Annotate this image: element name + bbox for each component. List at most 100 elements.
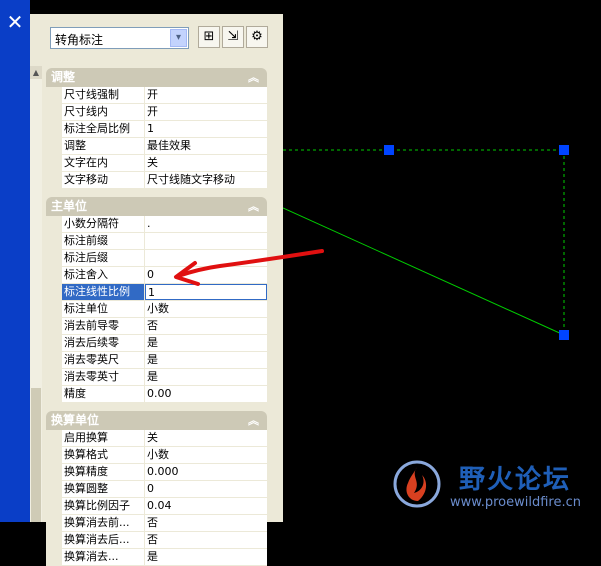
property-row[interactable]: 精度 0.00 — [62, 386, 267, 403]
dimension-style-value: 转角标注 — [55, 33, 104, 47]
property-row[interactable]: 换算精度 0.000 — [62, 464, 267, 481]
property-name: 尺寸线强制 — [62, 87, 145, 103]
property-value[interactable]: 是 — [145, 352, 267, 368]
collapse-icon[interactable]: ︽ — [248, 68, 259, 87]
property-row[interactable]: 换算圆整 0 — [62, 481, 267, 498]
flame-logo-icon — [393, 460, 441, 508]
property-name: 标注后缀 — [62, 250, 145, 266]
property-row[interactable]: 换算格式 小数 — [62, 447, 267, 464]
property-value[interactable]: 0 — [145, 267, 267, 283]
property-row[interactable]: 换算消去... 是 — [62, 549, 267, 566]
properties-panel: 转角标注 ▾ ⊞ ⇲ ⚙ ▲ 调整 ︽ 尺寸线强制开尺寸线内开标注全局比例 1 调整 最佳… — [30, 14, 283, 566]
grip-point[interactable] — [384, 145, 394, 155]
property-value[interactable]: 0.00 — [145, 386, 267, 402]
property-row[interactable]: 消去前导零否 — [62, 318, 267, 335]
property-name: 消去前导零 — [62, 318, 145, 334]
property-name: 文字移动 — [62, 172, 145, 188]
property-row[interactable]: 文字在内关 — [62, 155, 267, 172]
property-name: 换算精度 — [62, 464, 145, 480]
property-name: 小数分隔符 — [62, 216, 145, 232]
drawing-canvas[interactable] — [283, 0, 601, 522]
property-row[interactable]: 调整 最佳效果 — [62, 138, 267, 155]
property-value[interactable]: 开 — [145, 87, 267, 103]
close-icon[interactable]: ✕ — [4, 11, 26, 33]
panel-scrollbar[interactable]: ▲ — [30, 66, 42, 522]
property-row[interactable]: 消去后续零是 — [62, 335, 267, 352]
property-row[interactable]: 换算消去前... 否 — [62, 515, 267, 532]
collapse-icon[interactable]: ︽ — [248, 411, 259, 430]
property-name: 调整 — [62, 138, 145, 154]
section-header[interactable]: 调整 ︽ — [46, 68, 267, 87]
section-header[interactable]: 换算单位 ︽ — [46, 411, 267, 430]
property-value[interactable]: 关 — [145, 430, 267, 446]
property-row[interactable]: 标注全局比例 1 — [62, 121, 267, 138]
property-row[interactable]: 标注前缀 — [62, 233, 267, 250]
property-name: 消去零英寸 — [62, 369, 145, 385]
drawing-svg — [283, 145, 569, 340]
property-value[interactable]: . — [145, 216, 267, 232]
property-value[interactable]: 小数 — [145, 301, 267, 317]
property-value[interactable]: 最佳效果 — [145, 138, 267, 154]
property-value[interactable]: 是 — [145, 549, 267, 565]
property-name: 换算消去前... — [62, 515, 145, 531]
property-name: 文字在内 — [62, 155, 145, 171]
property-name: 标注舍入 — [62, 267, 145, 283]
property-value[interactable]: 开 — [145, 104, 267, 120]
property-name: 标注线性比例 — [62, 284, 145, 300]
section-header[interactable]: 主单位 ︽ — [46, 197, 267, 216]
property-value[interactable]: 否 — [145, 532, 267, 548]
property-row[interactable]: 消去零英寸是 — [62, 369, 267, 386]
property-row[interactable]: 换算消去后... 否 — [62, 532, 267, 549]
chevron-down-icon[interactable]: ▾ — [170, 29, 187, 47]
grip-point[interactable] — [559, 145, 569, 155]
property-row[interactable]: 尺寸线强制开 — [62, 87, 267, 104]
property-row[interactable]: 消去零英尺是 — [62, 352, 267, 369]
properties-toolbar: 转角标注 ▾ ⊞ ⇲ ⚙ — [30, 14, 283, 66]
property-name: 标注单位 — [62, 301, 145, 317]
grip-point[interactable] — [559, 330, 569, 340]
property-row[interactable]: 标注单位 小数 — [62, 301, 267, 318]
property-value[interactable]: 尺寸线随文字移动 — [145, 172, 267, 188]
quick-select-button[interactable]: ⚙ — [246, 26, 268, 48]
property-name: 换算消去后... — [62, 532, 145, 548]
palette-side-bar: ✕ — [0, 0, 30, 522]
property-value[interactable]: 是 — [145, 369, 267, 385]
property-value[interactable]: 关 — [145, 155, 267, 171]
property-row[interactable]: 换算比例因子 0.04 — [62, 498, 267, 515]
dimension-line — [283, 207, 565, 336]
property-name: 消去零英尺 — [62, 352, 145, 368]
property-value[interactable]: 小数 — [145, 447, 267, 463]
toggle-pickadd-button[interactable]: ⊞ — [198, 26, 220, 48]
property-value[interactable] — [145, 233, 267, 249]
dimension-style-select[interactable]: 转角标注 ▾ — [50, 27, 189, 49]
property-row[interactable]: 标注后缀 — [62, 250, 267, 267]
property-value[interactable]: 0.000 — [145, 464, 267, 480]
property-value[interactable]: 1 — [145, 284, 267, 300]
property-grid: 尺寸线强制开尺寸线内开标注全局比例 1 调整 最佳效果 文字在内关文字移动 尺寸线随文字移… — [46, 87, 267, 189]
property-row[interactable]: 小数分隔符. — [62, 216, 267, 233]
property-sections: 调整 ︽ 尺寸线强制开尺寸线内开标注全局比例 1 调整 最佳效果 文字在内关文字移动 尺寸线随… — [46, 68, 267, 566]
property-name: 换算格式 — [62, 447, 145, 463]
property-value[interactable] — [145, 250, 267, 266]
property-row[interactable]: 启用换算关 — [62, 430, 267, 447]
property-row[interactable]: 文字移动 尺寸线随文字移动 — [62, 172, 267, 189]
property-value[interactable]: 0.04 — [145, 498, 267, 514]
property-row[interactable]: 标注线性比例 1 — [62, 284, 267, 301]
watermark-url: www.proewildfire.cn — [450, 495, 581, 510]
property-row[interactable]: 尺寸线内开 — [62, 104, 267, 121]
property-value[interactable]: 0 — [145, 481, 267, 497]
scroll-up-icon[interactable]: ▲ — [30, 66, 42, 79]
select-objects-button[interactable]: ⇲ — [222, 26, 244, 48]
section-title: 调整 — [51, 70, 76, 84]
collapse-icon[interactable]: ︽ — [248, 197, 259, 216]
property-name: 换算圆整 — [62, 481, 145, 497]
property-value[interactable]: 否 — [145, 318, 267, 334]
property-row[interactable]: 标注舍入 0 — [62, 267, 267, 284]
property-value[interactable]: 1 — [145, 121, 267, 137]
scroll-thumb[interactable] — [31, 388, 41, 522]
property-value[interactable]: 否 — [145, 515, 267, 531]
watermark-title: 野火论坛 — [459, 465, 572, 495]
property-name: 消去后续零 — [62, 335, 145, 351]
watermark: 野火论坛 www.proewildfire.cn — [390, 455, 596, 517]
property-value[interactable]: 是 — [145, 335, 267, 351]
